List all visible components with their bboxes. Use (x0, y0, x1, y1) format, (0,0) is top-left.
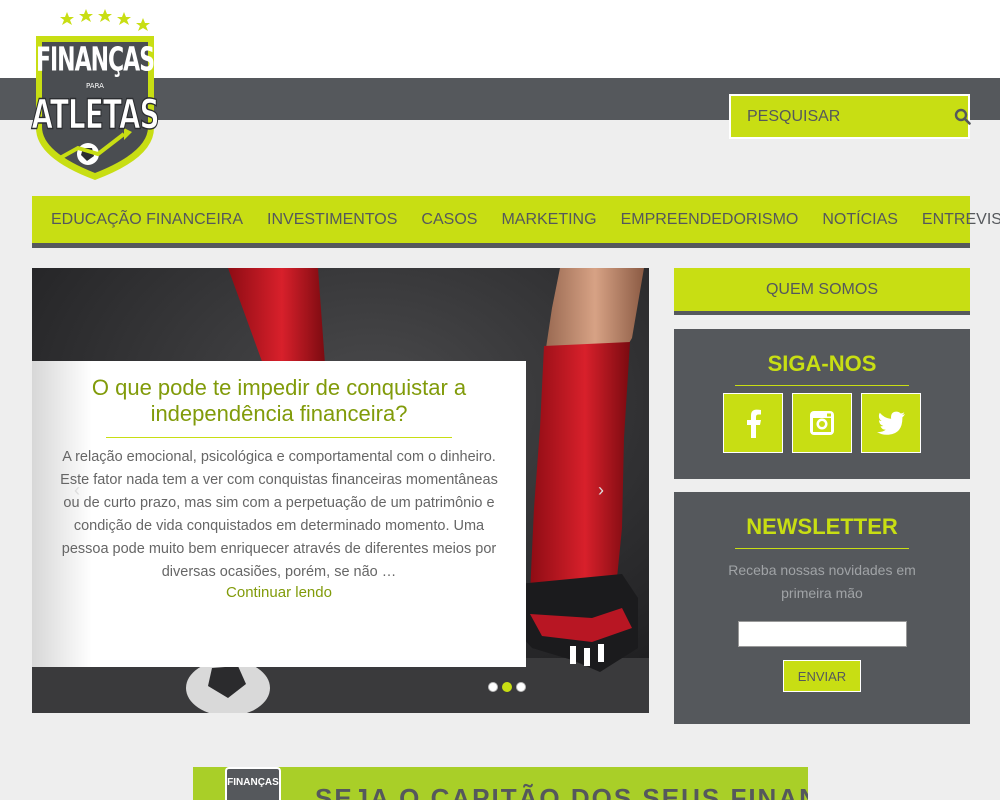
hero-card: O que pode te impedir de conquistar a in… (32, 361, 526, 667)
search-box (729, 94, 971, 139)
newsletter-text: Receba nossas novidades em primeira mão (728, 562, 916, 601)
slider-dot[interactable] (488, 682, 498, 692)
nav-item-empreendedorismo[interactable]: EMPREENDEDORISMO (609, 211, 811, 229)
newsletter-submit-button[interactable]: ENVIAR (782, 660, 862, 692)
newsletter-divider (735, 548, 909, 549)
nav-item-noticias[interactable]: NOTÍCIAS (810, 211, 910, 229)
nav-item-educacao-financeira[interactable]: EDUCAÇÃO FINANCEIRA (39, 211, 255, 229)
logo-line-1: FINANÇAS (35, 41, 155, 80)
twitter-button[interactable] (861, 393, 921, 453)
banner-logo-text: FINANÇAS (227, 777, 279, 788)
follow-us-divider (735, 385, 909, 386)
hero-divider (106, 437, 452, 438)
social-links (674, 393, 970, 453)
newsletter-email-input[interactable] (737, 621, 907, 647)
hero-excerpt: A relação emocional, psicológica e compo… (60, 449, 498, 580)
logo-line-2: PARA (86, 82, 104, 90)
nav-item-casos[interactable]: CASOS (409, 211, 489, 229)
slider-dots (488, 682, 526, 692)
slider-dot[interactable] (516, 682, 526, 692)
facebook-icon (747, 409, 761, 438)
read-more-link[interactable]: Continuar lendo (60, 584, 498, 601)
nav-item-investimentos[interactable]: INVESTIMENTOS (255, 211, 409, 229)
banner-logo: FINANÇAS (225, 767, 281, 800)
nav-item-entrevistas[interactable]: ENTREVISTAS (910, 211, 1000, 229)
search-button[interactable] (954, 96, 971, 137)
banner-text: SEJA O CAPITÃO DOS SEUS FINANÇAS! (315, 783, 808, 800)
about-us-button[interactable]: QUEM SOMOS (674, 268, 970, 315)
follow-us-panel: SIGA-NOS (674, 329, 970, 479)
hero-slider: O que pode te impedir de conquistar a in… (32, 268, 649, 713)
prev-slide-arrow[interactable]: ‹ (74, 480, 80, 501)
slider-dot[interactable] (502, 682, 512, 692)
logo-line-3: ATLETAS (31, 90, 160, 139)
hero-title[interactable]: O que pode te impedir de conquistar a in… (60, 375, 498, 427)
site-logo[interactable]: FINANÇAS PARA ATLETAS (28, 8, 162, 184)
facebook-button[interactable] (723, 393, 783, 453)
instagram-button[interactable] (792, 393, 852, 453)
follow-us-title: SIGA-NOS (767, 351, 877, 376)
instagram-icon (810, 411, 834, 435)
newsletter-title: NEWSLETTER (746, 514, 898, 539)
search-input[interactable] (731, 96, 954, 137)
promo-banner[interactable]: FINANÇAS SEJA O CAPITÃO DOS SEUS FINANÇA… (193, 767, 808, 800)
nav-item-marketing[interactable]: MARKETING (489, 211, 608, 229)
main-nav: EDUCAÇÃO FINANCEIRA INVESTIMENTOS CASOS … (32, 196, 1000, 248)
next-slide-arrow[interactable]: › (598, 480, 604, 501)
newsletter-panel: NEWSLETTER Receba nossas novidades em pr… (674, 492, 970, 724)
search-icon (954, 108, 971, 125)
twitter-icon (877, 411, 905, 435)
